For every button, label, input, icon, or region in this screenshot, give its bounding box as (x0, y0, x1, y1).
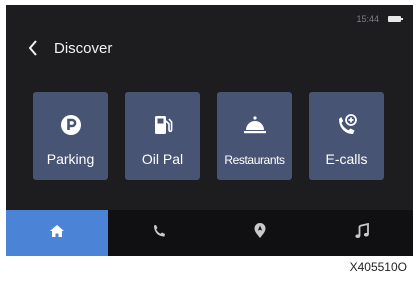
fuel-pump-icon (151, 112, 175, 138)
nav-music[interactable] (311, 210, 413, 256)
tile-oil-pal[interactable]: Oil Pal (125, 92, 200, 180)
back-chevron-icon[interactable] (28, 37, 44, 59)
nav-phone[interactable] (108, 210, 210, 256)
nav-navigation[interactable] (210, 210, 312, 256)
infotainment-screen: 15:44 Discover Parking Oil Pal Restauran… (6, 5, 413, 256)
bottom-navigation (6, 210, 413, 256)
navigation-pin-icon (254, 222, 266, 244)
tile-restaurants[interactable]: Restaurants (217, 92, 292, 180)
parking-icon (59, 112, 83, 138)
tile-label: Restaurants (224, 153, 285, 167)
home-icon (49, 224, 65, 243)
tile-label: Parking (46, 151, 95, 167)
clock: 15:44 (356, 14, 379, 24)
tile-parking[interactable]: Parking (33, 92, 108, 180)
cloche-icon (242, 112, 268, 138)
emergency-phone-icon (334, 112, 360, 138)
tile-e-calls[interactable]: E-calls (309, 92, 384, 180)
battery-icon (388, 16, 403, 22)
tile-label: E-calls (325, 151, 368, 167)
status-bar: 15:44 (356, 14, 403, 24)
nav-home[interactable] (6, 210, 108, 256)
header: Discover (28, 37, 112, 59)
phone-icon (152, 224, 166, 243)
figure-code: X405510O (349, 260, 407, 274)
tile-label: Oil Pal (141, 151, 184, 167)
page-title: Discover (54, 39, 113, 57)
music-note-icon (354, 222, 370, 244)
app-tiles: Parking Oil Pal Restaurants E-calls (33, 92, 384, 180)
